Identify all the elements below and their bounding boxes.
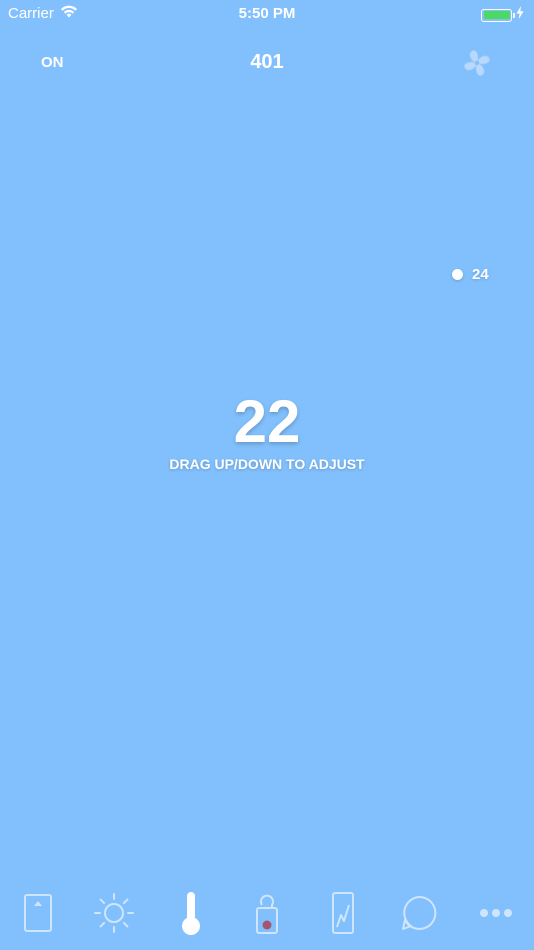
temperature-value: 22 — [233, 388, 301, 455]
top-bar: ON 401 — [0, 40, 534, 86]
keycard-icon — [23, 893, 53, 933]
status-time: 5:50 PM — [238, 5, 296, 22]
more-icon — [478, 907, 514, 919]
tab-do-not-disturb[interactable] — [243, 885, 291, 941]
battery-indicator — [481, 6, 524, 24]
tab-more[interactable] — [472, 885, 520, 941]
setpoint-dot[interactable] — [452, 269, 463, 280]
tab-keycard[interactable] — [14, 885, 62, 941]
setpoint-value: 24 — [472, 266, 489, 283]
battery-icon — [481, 8, 515, 22]
door-hanger-icon — [254, 891, 280, 935]
setpoint-marker[interactable]: 24 — [452, 266, 489, 283]
chat-bubble-icon — [399, 893, 439, 933]
curtain-icon — [330, 891, 356, 935]
tab-lighting[interactable] — [90, 885, 138, 941]
temperature-drag-area[interactable]: 22 DRAG UP/DOWN TO ADJUST — [0, 388, 534, 472]
tab-bar — [0, 885, 534, 945]
status-bar: Carrier 5:50 PM — [0, 0, 534, 28]
battery-fill — [483, 11, 510, 19]
thermometer-icon — [178, 890, 204, 936]
tab-chat[interactable] — [395, 885, 443, 941]
tab-climate[interactable] — [167, 885, 215, 941]
sun-icon — [92, 891, 136, 935]
fan-icon — [460, 50, 494, 84]
fan-button[interactable] — [460, 46, 494, 80]
charging-bolt-icon — [516, 6, 524, 24]
tab-curtains[interactable] — [319, 885, 367, 941]
drag-hint: DRAG UP/DOWN TO ADJUST — [169, 456, 365, 472]
room-number: 401 — [250, 51, 284, 73]
